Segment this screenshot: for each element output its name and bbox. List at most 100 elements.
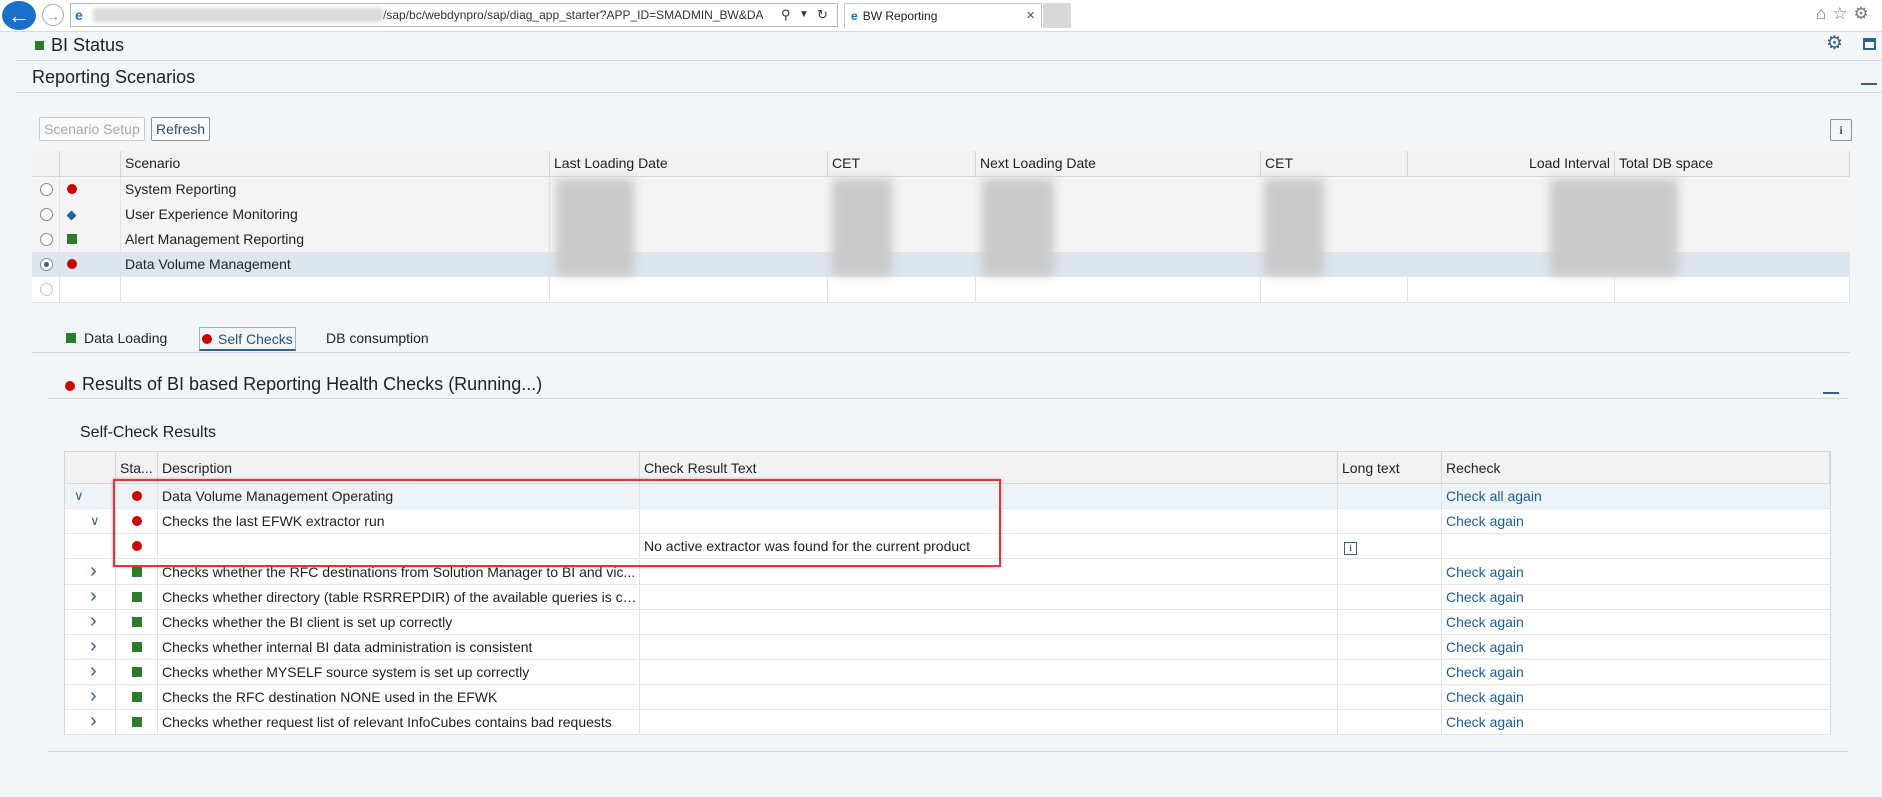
redacted-host (93, 8, 383, 22)
status-green-icon (132, 692, 142, 702)
table-row[interactable]: › Checks whether internal BI data adminis… (65, 635, 1830, 660)
forward-arrow-icon[interactable]: → (42, 4, 64, 26)
favorites-star-icon[interactable]: ☆ (1832, 4, 1853, 23)
recheck-link[interactable]: Check again (1442, 509, 1830, 533)
table-row[interactable]: › Checks whether MYSELF source system is … (65, 660, 1830, 685)
status-green-icon (66, 333, 76, 343)
column-header[interactable]: CET (828, 151, 976, 176)
table-row[interactable]: › Checks whether the BI client is set up … (65, 610, 1830, 635)
back-arrow-icon[interactable]: ← (2, 1, 36, 30)
table-row[interactable]: › Checks the RFC destination NONE used in… (65, 685, 1830, 710)
check-description: Checks the RFC destination NONE used in … (158, 685, 640, 709)
tab-db-consumption[interactable]: DB consumption (326, 327, 429, 351)
status-red-icon (65, 381, 75, 391)
chevron-down-icon[interactable]: ∨ (74, 484, 84, 508)
recheck-link[interactable]: Check again (1442, 585, 1830, 609)
tab-self-checks[interactable]: Self Checks (199, 327, 296, 351)
refresh-icon[interactable]: ↻ (817, 4, 828, 26)
maximize-window-icon[interactable] (1863, 38, 1876, 50)
check-result-text (640, 710, 1338, 734)
new-tab-button[interactable] (1043, 3, 1071, 28)
recheck-link[interactable]: Check again (1442, 560, 1830, 584)
recheck-link[interactable]: Check again (1442, 635, 1830, 659)
browser-icons: ⌂☆⚙ (1816, 4, 1875, 24)
recheck-link[interactable]: Check again (1442, 685, 1830, 709)
collapse-icon[interactable] (1861, 83, 1877, 85)
column-header[interactable]: CET (1261, 151, 1408, 176)
tab-label: Data Loading (84, 330, 168, 346)
table-row[interactable]: › Checks whether directory (table RSRREPD… (65, 585, 1830, 610)
check-description: Checks whether internal BI data administ… (158, 635, 640, 659)
browser-tab-title: BW Reporting (862, 9, 938, 23)
redacted-value (982, 179, 1054, 275)
long-text-info-icon[interactable]: i (1344, 542, 1357, 555)
highlight-box (113, 479, 1001, 567)
browser-tab[interactable]: e BW Reporting × (844, 3, 1042, 28)
check-description: Checks whether request list of relevant … (158, 710, 640, 734)
status-green-icon (132, 592, 142, 602)
chevron-right-icon[interactable]: › (90, 635, 97, 657)
scenario-name: System Reporting (121, 177, 550, 202)
settings-gear-icon[interactable]: ⚙ (1854, 4, 1875, 23)
column-header[interactable]: Long text (1338, 452, 1442, 484)
scenario-name: User Experience Monitoring (121, 202, 550, 227)
chevron-right-icon[interactable]: › (90, 585, 97, 607)
dropdown-chevron-icon[interactable]: ▼ (799, 4, 809, 26)
check-description: Checks whether directory (table RSRREPDI… (158, 585, 640, 609)
scenario-setup-button[interactable]: Scenario Setup (39, 117, 145, 141)
status-green-icon (35, 41, 44, 50)
row-radio[interactable] (40, 208, 53, 221)
results-title: Results of BI based Reporting Health Che… (82, 374, 543, 394)
gear-icon[interactable]: ⚙ (1826, 34, 1844, 53)
chevron-right-icon[interactable]: › (90, 660, 97, 682)
chevron-down-icon[interactable]: ∨ (90, 509, 100, 533)
close-tab-icon[interactable]: × (1026, 4, 1035, 28)
status-red-icon (67, 184, 77, 194)
recheck-link[interactable]: Check all again (1442, 484, 1830, 508)
redacted-value (1264, 179, 1324, 275)
tab-data-loading[interactable]: Data Loading (66, 327, 167, 351)
search-icon[interactable]: ⚲ (781, 4, 791, 26)
tab-strip-divider (32, 352, 1850, 353)
refresh-button[interactable]: Refresh (151, 117, 211, 141)
self-check-results-title: Self-Check Results (80, 424, 217, 441)
chevron-right-icon[interactable]: › (90, 685, 97, 707)
address-bar[interactable]: e/sap/bc/webdynpro/sap/diag_app_starter?… (70, 3, 838, 27)
column-header[interactable]: Load Interval (1408, 151, 1615, 176)
recheck-link[interactable]: Check again (1442, 660, 1830, 684)
scenario-name: Data Volume Management (121, 252, 550, 277)
recheck-link[interactable]: Check again (1442, 610, 1830, 634)
divider (48, 751, 1848, 752)
column-header[interactable]: Recheck (1442, 452, 1830, 484)
column-header[interactable]: Next Loading Date (976, 151, 1261, 176)
collapse-icon[interactable] (1823, 392, 1839, 394)
tab-label: Self Checks (218, 331, 293, 347)
section-title: Reporting Scenarios (32, 67, 196, 87)
info-icon[interactable]: i (1830, 119, 1852, 141)
chevron-right-icon[interactable]: › (90, 710, 97, 732)
status-green-icon (132, 567, 142, 577)
check-result-text (640, 610, 1338, 634)
ie-logo-icon: e (75, 7, 83, 23)
tab-label: DB consumption (326, 330, 429, 346)
chevron-right-icon[interactable]: › (90, 560, 97, 582)
column-header[interactable]: Last Loading Date (550, 151, 828, 176)
divider (16, 60, 1882, 61)
redacted-value (556, 179, 634, 275)
ie-logo-icon: e (851, 9, 858, 23)
check-result-text (640, 685, 1338, 709)
column-header[interactable]: Scenario (121, 151, 550, 176)
home-icon[interactable]: ⌂ (1816, 4, 1832, 23)
row-radio-selected[interactable] (40, 258, 53, 271)
row-radio[interactable] (40, 283, 53, 296)
check-result-text (640, 660, 1338, 684)
column-header[interactable]: Total DB space (1615, 151, 1850, 176)
status-red-icon (67, 259, 77, 269)
row-radio[interactable] (40, 233, 53, 246)
page-title: BI Status (51, 35, 125, 55)
table-row[interactable]: › Checks whether request list of relevant… (65, 710, 1830, 735)
recheck-link[interactable]: Check again (1442, 710, 1830, 734)
row-radio[interactable] (40, 183, 53, 196)
chevron-right-icon[interactable]: › (90, 610, 97, 632)
table-row-empty (32, 277, 1850, 303)
